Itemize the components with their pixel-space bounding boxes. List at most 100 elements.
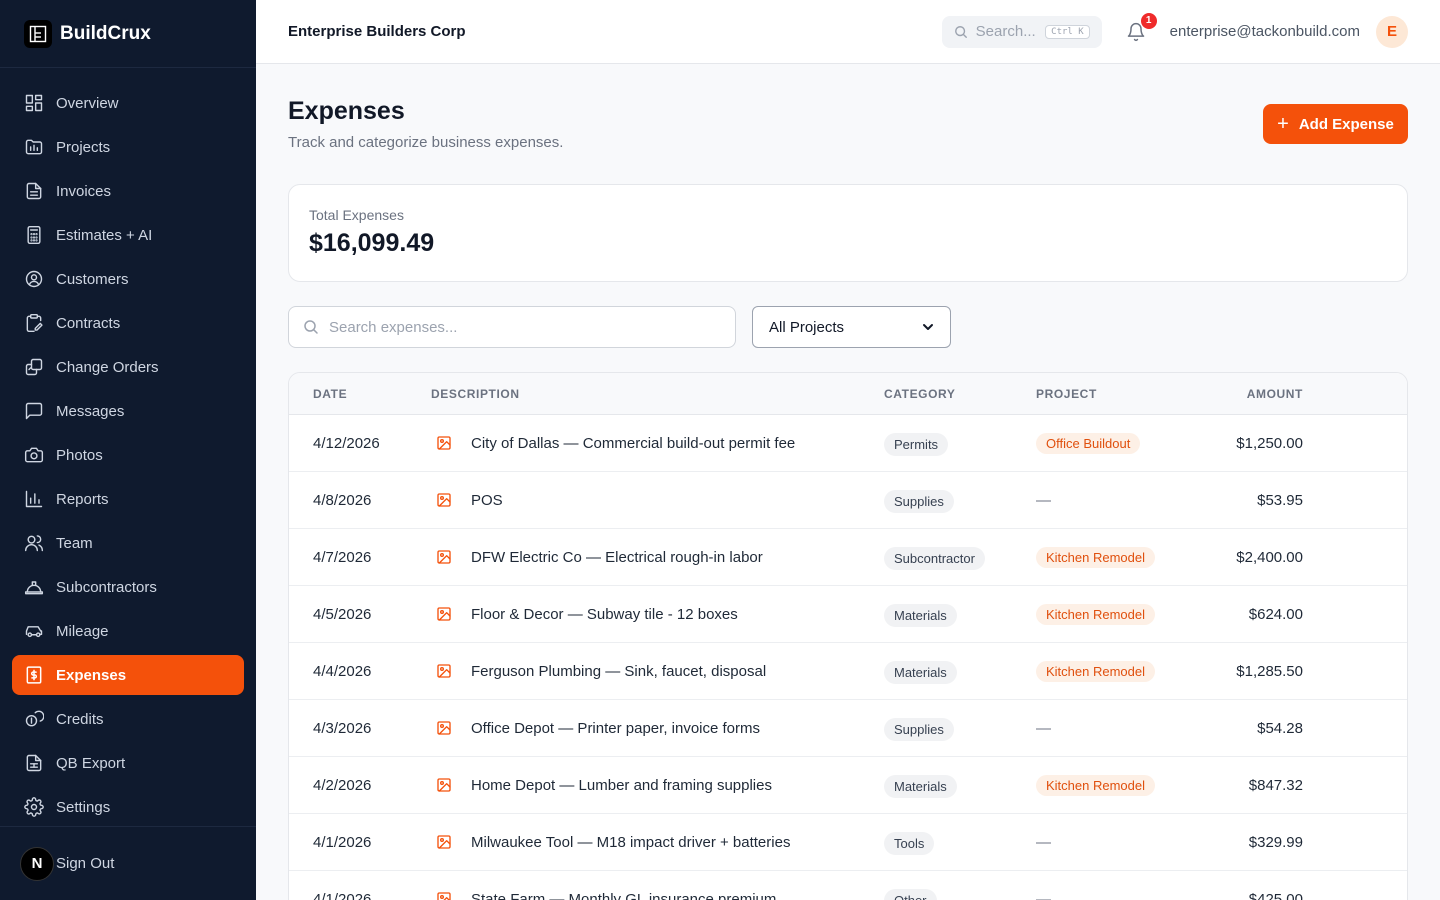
receipt-image-icon[interactable] — [435, 434, 453, 452]
table-row[interactable]: 4/3/2026 Office Depot — Printer paper, in… — [289, 700, 1407, 757]
sidebar-item-estimates-ai[interactable]: Estimates + AI — [12, 215, 244, 255]
expense-description: DFW Electric Co — Electrical rough-in la… — [471, 548, 763, 566]
sidebar-item-projects[interactable]: Projects — [12, 127, 244, 167]
sidebar-item-expenses[interactable]: Expenses — [12, 655, 244, 695]
global-search[interactable]: Search... Ctrl K — [941, 15, 1102, 48]
bar-chart-icon — [24, 489, 44, 509]
receipt-image-icon[interactable] — [435, 719, 453, 737]
expense-description: State Farm — Monthly GL insurance premiu… — [471, 890, 777, 900]
sidebar-item-contracts[interactable]: Contracts — [12, 303, 244, 343]
category-badge: Materials — [884, 774, 957, 798]
document-icon — [24, 181, 44, 201]
expense-amount: $624.00 — [1248, 605, 1303, 623]
gear-icon — [24, 797, 44, 817]
category-badge: Supplies — [884, 489, 954, 513]
grid-icon — [24, 93, 44, 113]
brand[interactable]: BuildCrux — [0, 0, 256, 68]
table-header: DATE DESCRIPTION CATEGORY PROJECT AMOUNT — [289, 373, 1407, 415]
sidebar-item-label: QB Export — [56, 754, 126, 772]
expense-category-cell: Tools — [884, 830, 1036, 855]
add-expense-button[interactable]: + Add Expense — [1263, 104, 1408, 144]
no-project: — — [1036, 833, 1051, 851]
sidebar-item-customers[interactable]: Customers — [12, 259, 244, 299]
receipt-image-icon[interactable] — [435, 491, 453, 509]
project-filter-value: All Projects — [769, 318, 845, 336]
avatar[interactable]: E — [1376, 15, 1408, 48]
top-bar: Enterprise Builders Corp Search... Ctrl … — [256, 0, 1440, 64]
expense-amount: $54.28 — [1257, 719, 1303, 737]
column-header-category[interactable]: CATEGORY — [884, 387, 1036, 401]
project-filter-select[interactable]: All Projects — [752, 306, 951, 348]
sidebar-item-mileage[interactable]: Mileage — [12, 611, 244, 651]
file-spreadsheet-icon — [24, 753, 44, 773]
receipt-image-icon[interactable] — [435, 548, 453, 566]
sidebar-item-label: Change Orders — [56, 358, 159, 376]
sidebar-item-invoices[interactable]: Invoices — [12, 171, 244, 211]
table-row[interactable]: 4/7/2026 DFW Electric Co — Electrical rou… — [289, 529, 1407, 586]
column-header-project[interactable]: PROJECT — [1036, 387, 1203, 401]
receipt-image-icon[interactable] — [435, 833, 453, 851]
expense-category-cell: Materials — [884, 773, 1036, 798]
expense-description: Floor & Decor — Subway tile - 12 boxes — [471, 605, 738, 623]
sign-out-button[interactable]: Sign Out — [56, 855, 114, 872]
table-row[interactable]: 4/1/2026 State Farm — Monthly GL insuranc… — [289, 871, 1407, 900]
filters-bar: Search expenses... All Projects — [288, 306, 1408, 348]
table-row[interactable]: 4/5/2026 Floor & Decor — Subway tile - 12… — [289, 586, 1407, 643]
expense-description-cell: Home Depot — Lumber and framing supplies — [431, 776, 884, 794]
notifications-button[interactable]: 1 — [1124, 12, 1157, 44]
expense-description-cell: Office Depot — Printer paper, invoice fo… — [431, 719, 884, 737]
calculator-icon — [24, 225, 44, 245]
sidebar-item-change-orders[interactable]: Change Orders — [12, 347, 244, 387]
sidebar-item-subcontractors[interactable]: Subcontractors — [12, 567, 244, 607]
brand-name: BuildCrux — [60, 22, 151, 44]
chevron-down-icon — [922, 321, 934, 333]
expense-category-cell: Materials — [884, 602, 1036, 627]
sidebar-item-label: Overview — [56, 94, 119, 112]
total-expenses-label: Total Expenses — [309, 207, 404, 223]
receipt-image-icon[interactable] — [435, 776, 453, 794]
sidebar-item-label: Estimates + AI — [56, 226, 153, 244]
category-badge: Tools — [884, 831, 935, 855]
sidebar-item-credits[interactable]: Credits — [12, 699, 244, 739]
notification-count-badge: 1 — [1140, 12, 1157, 29]
expense-category-cell: Subcontractor — [884, 545, 1036, 570]
column-header-amount[interactable]: AMOUNT — [1203, 387, 1303, 401]
expense-project-cell: Kitchen Remodel — [1036, 603, 1203, 625]
sidebar-item-messages[interactable]: Messages — [12, 391, 244, 431]
project-badge: Office Buildout — [1036, 432, 1141, 454]
receipt-image-icon[interactable] — [435, 662, 453, 680]
brand-logo-icon — [24, 19, 52, 48]
expense-date: 4/1/2026 — [313, 833, 372, 851]
expense-amount: $425.00 — [1248, 890, 1303, 900]
sidebar-item-photos[interactable]: Photos — [12, 435, 244, 475]
expense-category-cell: Supplies — [884, 716, 1036, 741]
column-header-description[interactable]: DESCRIPTION — [431, 387, 884, 401]
column-header-date[interactable]: DATE — [289, 387, 431, 401]
table-row[interactable]: 4/1/2026 Milwaukee Tool — M18 impact driv… — [289, 814, 1407, 871]
plus-icon: + — [1277, 113, 1289, 135]
table-row[interactable]: 4/4/2026 Ferguson Plumbing — Sink, faucet… — [289, 643, 1407, 700]
table-row[interactable]: 4/12/2026 City of Dallas — Commercial bui… — [289, 415, 1407, 472]
total-expenses-value: $16,099.49 — [309, 229, 435, 257]
category-badge: Permits — [884, 432, 949, 456]
receipt-image-icon[interactable] — [435, 890, 453, 900]
sidebar-item-label: Messages — [56, 402, 125, 420]
user-email[interactable]: enterprise@tackonbuild.com — [1170, 23, 1360, 40]
expense-amount: $2,400.00 — [1236, 548, 1303, 566]
sidebar-item-qb-export[interactable]: QB Export — [12, 743, 244, 783]
expense-project-cell: Kitchen Remodel — [1036, 546, 1203, 568]
sidebar-item-team[interactable]: Team — [12, 523, 244, 563]
sidebar-item-reports[interactable]: Reports — [12, 479, 244, 519]
page-title: Expenses — [288, 97, 405, 125]
sidebar: BuildCrux Overview Projects Invoices Estima… — [0, 0, 256, 900]
sidebar-item-overview[interactable]: Overview — [12, 83, 244, 123]
coins-icon — [24, 709, 44, 729]
table-row[interactable]: 4/2/2026 Home Depot — Lumber and framing … — [289, 757, 1407, 814]
sidebar-item-settings[interactable]: Settings — [12, 787, 244, 827]
table-row[interactable]: 4/8/2026 POS Supplies — $53.95 — [289, 472, 1407, 529]
expense-search-input[interactable]: Search expenses... — [288, 306, 736, 348]
project-badge: Kitchen Remodel — [1036, 546, 1155, 568]
expense-description: City of Dallas — Commercial build-out pe… — [471, 434, 796, 452]
category-badge: Other — [884, 888, 937, 900]
receipt-image-icon[interactable] — [435, 605, 453, 623]
